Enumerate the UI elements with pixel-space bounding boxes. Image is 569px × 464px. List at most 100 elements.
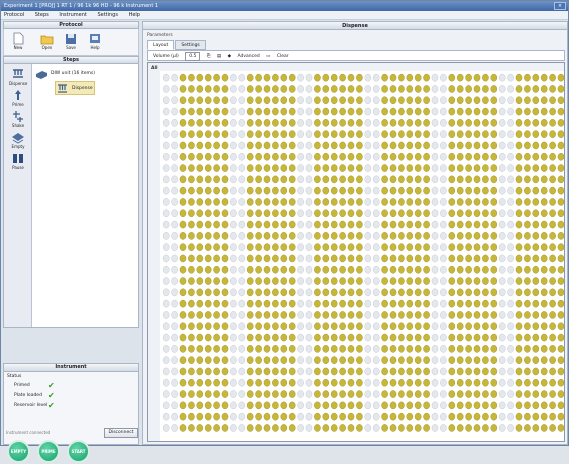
plate-well[interactable] xyxy=(498,209,506,218)
plate-well[interactable] xyxy=(314,367,321,376)
plate-well[interactable] xyxy=(490,356,498,364)
plate-well[interactable] xyxy=(297,277,304,285)
plate-well[interactable] xyxy=(347,265,355,274)
plate-well[interactable] xyxy=(414,232,422,240)
plate-well[interactable] xyxy=(498,345,506,353)
plate-well[interactable] xyxy=(549,96,556,105)
plate-well[interactable] xyxy=(490,119,498,127)
plate-well[interactable] xyxy=(188,401,195,410)
plate-well[interactable] xyxy=(171,356,178,364)
plate-well[interactable] xyxy=(322,175,330,184)
plate-well[interactable] xyxy=(280,378,288,387)
plate-well[interactable] xyxy=(230,209,237,218)
plate-well[interactable] xyxy=(356,209,363,218)
plate-well[interactable] xyxy=(330,198,338,206)
plate-well[interactable] xyxy=(272,232,279,240)
plate-well[interactable] xyxy=(389,243,397,251)
plate-well[interactable] xyxy=(557,186,564,195)
plate-well[interactable] xyxy=(473,73,481,82)
plate-well[interactable] xyxy=(204,73,212,82)
plate-well[interactable] xyxy=(406,209,414,218)
plate-well[interactable] xyxy=(196,186,204,195)
plate-well[interactable] xyxy=(389,265,397,274)
plate-well[interactable] xyxy=(204,390,212,398)
plate-well[interactable] xyxy=(456,209,464,218)
plate-well[interactable] xyxy=(288,85,296,93)
plate-well[interactable] xyxy=(465,345,472,353)
plate-well[interactable] xyxy=(179,311,187,319)
plate-well[interactable] xyxy=(532,356,540,364)
plate-well[interactable] xyxy=(398,164,405,172)
plate-well[interactable] xyxy=(356,401,363,410)
plate-well[interactable] xyxy=(162,209,170,218)
plate-well[interactable] xyxy=(204,367,212,376)
plate-well[interactable] xyxy=(230,424,237,432)
plate-well[interactable] xyxy=(263,401,271,410)
plate-well[interactable] xyxy=(423,119,430,127)
plate-well[interactable] xyxy=(230,164,237,172)
plate-well[interactable] xyxy=(263,186,271,195)
plate-well[interactable] xyxy=(524,96,531,105)
plate-well[interactable] xyxy=(490,424,498,432)
plate-well[interactable] xyxy=(498,198,506,206)
plate-well[interactable] xyxy=(179,243,187,251)
plate-well[interactable] xyxy=(364,220,372,229)
plate-well[interactable] xyxy=(456,175,464,184)
plate-well[interactable] xyxy=(162,254,170,263)
plate-well[interactable] xyxy=(532,401,540,410)
plate-well[interactable] xyxy=(246,119,254,127)
plate-well[interactable] xyxy=(179,152,187,161)
plate-well[interactable] xyxy=(297,265,304,274)
plate-well[interactable] xyxy=(230,345,237,353)
plate-well[interactable] xyxy=(322,424,330,432)
plate-well[interactable] xyxy=(297,107,304,116)
plate-well[interactable] xyxy=(305,322,313,331)
plate-well[interactable] xyxy=(524,107,531,116)
plate-well[interactable] xyxy=(524,322,531,331)
plate-well[interactable] xyxy=(423,401,430,410)
plate-well[interactable] xyxy=(305,288,313,297)
plate-well[interactable] xyxy=(162,311,170,319)
plate-well[interactable] xyxy=(221,356,229,364)
plate-well[interactable] xyxy=(162,164,170,172)
plate-well[interactable] xyxy=(364,119,372,127)
plate-well[interactable] xyxy=(238,152,246,161)
plate-well[interactable] xyxy=(188,209,195,218)
plate-well[interactable] xyxy=(414,311,422,319)
plate-well[interactable] xyxy=(347,412,355,421)
plate-well[interactable] xyxy=(305,175,313,184)
plate-well[interactable] xyxy=(263,265,271,274)
plate-well[interactable] xyxy=(490,141,498,150)
plate-well[interactable] xyxy=(246,311,254,319)
plate-well[interactable] xyxy=(272,186,279,195)
plate-well[interactable] xyxy=(288,232,296,240)
plate-well[interactable] xyxy=(372,198,380,206)
plate-well[interactable] xyxy=(515,265,523,274)
plate-well[interactable] xyxy=(280,186,288,195)
plate-well[interactable] xyxy=(515,333,523,342)
plate-well[interactable] xyxy=(330,390,338,398)
plate-well[interactable] xyxy=(221,243,229,251)
plate-well[interactable] xyxy=(372,175,380,184)
plate-well[interactable] xyxy=(204,254,212,263)
plate-well[interactable] xyxy=(162,412,170,421)
plate-well[interactable] xyxy=(179,424,187,432)
plate-well[interactable] xyxy=(297,367,304,376)
plate-well[interactable] xyxy=(498,390,506,398)
plate-well[interactable] xyxy=(515,367,523,376)
plate-well[interactable] xyxy=(171,390,178,398)
plate-well[interactable] xyxy=(255,119,262,127)
plate-well[interactable] xyxy=(372,119,380,127)
plate-well[interactable] xyxy=(507,73,514,82)
plate-well[interactable] xyxy=(381,130,388,138)
plate-well[interactable] xyxy=(330,378,338,387)
plate-well[interactable] xyxy=(272,96,279,105)
plate-well[interactable] xyxy=(162,107,170,116)
plate-well[interactable] xyxy=(515,198,523,206)
plate-well[interactable] xyxy=(381,164,388,172)
plate-well[interactable] xyxy=(414,130,422,138)
plate-well[interactable] xyxy=(171,333,178,342)
plate-well[interactable] xyxy=(372,378,380,387)
plate-well[interactable] xyxy=(322,367,330,376)
plate-well[interactable] xyxy=(524,198,531,206)
